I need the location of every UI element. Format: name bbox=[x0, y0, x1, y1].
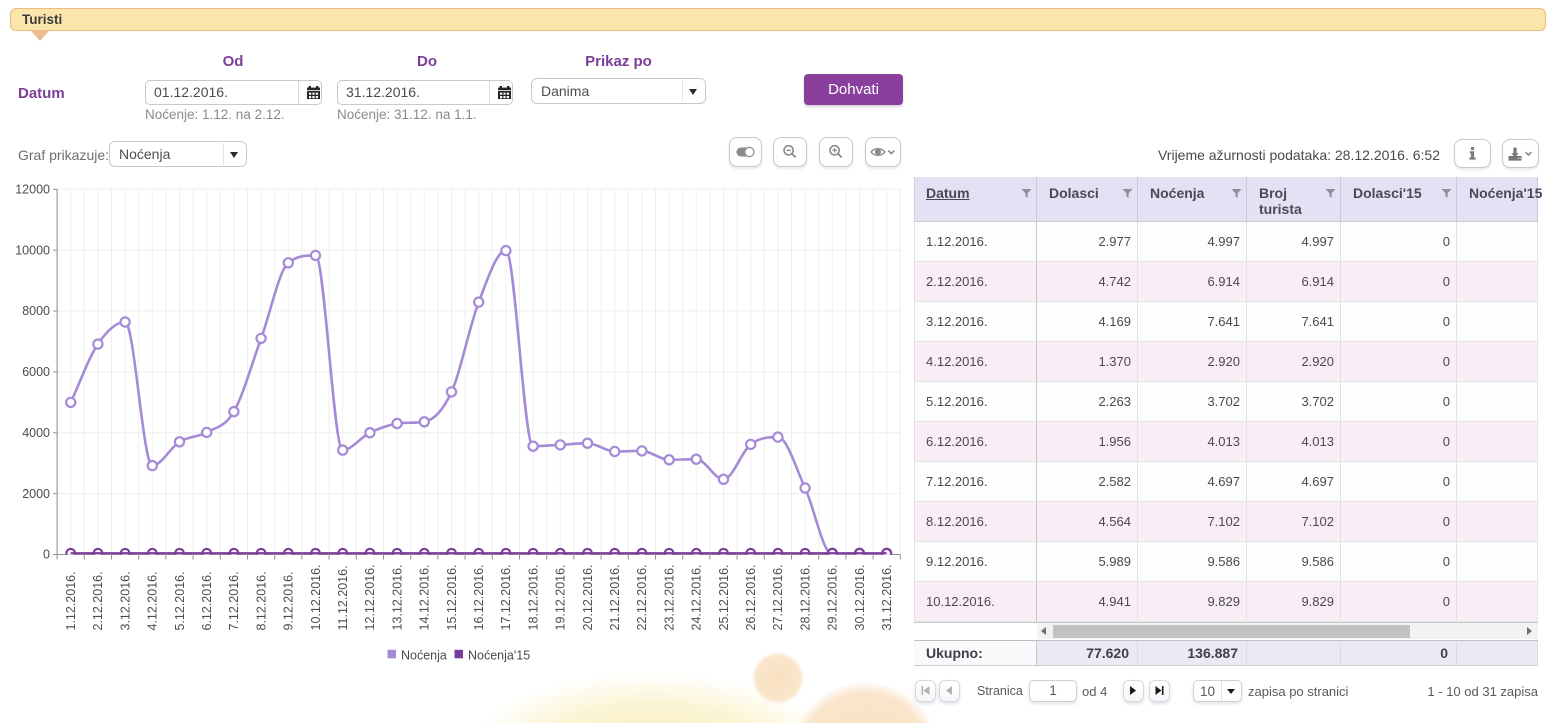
svg-text:29.12.2016.: 29.12.2016. bbox=[826, 564, 840, 630]
svg-text:12000: 12000 bbox=[15, 183, 50, 197]
svg-text:31.12.2016.: 31.12.2016. bbox=[880, 564, 894, 630]
svg-text:8000: 8000 bbox=[22, 304, 50, 318]
svg-text:18.12.2016.: 18.12.2016. bbox=[526, 564, 540, 630]
svg-text:14.12.2016.: 14.12.2016. bbox=[418, 564, 432, 630]
svg-text:24.12.2016.: 24.12.2016. bbox=[690, 564, 704, 630]
svg-text:10000: 10000 bbox=[15, 243, 50, 257]
svg-text:Noćenja: Noćenja bbox=[401, 648, 447, 662]
svg-text:27.12.2016.: 27.12.2016. bbox=[771, 564, 785, 630]
svg-text:22.12.2016.: 22.12.2016. bbox=[635, 564, 649, 630]
svg-text:19.12.2016.: 19.12.2016. bbox=[554, 564, 568, 630]
svg-text:16.12.2016.: 16.12.2016. bbox=[472, 564, 486, 630]
svg-text:9.12.2016.: 9.12.2016. bbox=[282, 571, 296, 630]
svg-text:1.12.2016.: 1.12.2016. bbox=[64, 571, 78, 630]
svg-text:20.12.2016.: 20.12.2016. bbox=[581, 564, 595, 630]
svg-text:3.12.2016.: 3.12.2016. bbox=[118, 571, 132, 630]
svg-text:4.12.2016.: 4.12.2016. bbox=[146, 571, 160, 630]
svg-text:7.12.2016.: 7.12.2016. bbox=[227, 571, 241, 630]
svg-text:21.12.2016.: 21.12.2016. bbox=[608, 564, 622, 630]
svg-text:2000: 2000 bbox=[22, 487, 50, 501]
svg-text:Noćenja'15: Noćenja'15 bbox=[468, 648, 530, 662]
svg-text:6.12.2016.: 6.12.2016. bbox=[200, 571, 214, 630]
svg-text:30.12.2016.: 30.12.2016. bbox=[853, 564, 867, 630]
svg-text:12.12.2016.: 12.12.2016. bbox=[363, 564, 377, 630]
svg-text:17.12.2016.: 17.12.2016. bbox=[499, 564, 513, 630]
svg-text:10.12.2016.: 10.12.2016. bbox=[309, 564, 323, 630]
svg-text:15.12.2016.: 15.12.2016. bbox=[445, 564, 459, 630]
svg-text:13.12.2016.: 13.12.2016. bbox=[390, 564, 404, 630]
svg-text:4000: 4000 bbox=[22, 426, 50, 440]
svg-text:8.12.2016.: 8.12.2016. bbox=[254, 571, 268, 630]
svg-text:2.12.2016.: 2.12.2016. bbox=[91, 571, 105, 630]
svg-text:23.12.2016.: 23.12.2016. bbox=[662, 564, 676, 630]
svg-text:6000: 6000 bbox=[22, 365, 50, 379]
svg-text:0: 0 bbox=[43, 548, 50, 562]
svg-text:25.12.2016.: 25.12.2016. bbox=[717, 564, 731, 630]
svg-text:28.12.2016.: 28.12.2016. bbox=[798, 564, 812, 630]
svg-text:5.12.2016.: 5.12.2016. bbox=[173, 571, 187, 630]
svg-text:26.12.2016.: 26.12.2016. bbox=[744, 564, 758, 630]
svg-text:11.12.2016.: 11.12.2016. bbox=[336, 565, 350, 630]
